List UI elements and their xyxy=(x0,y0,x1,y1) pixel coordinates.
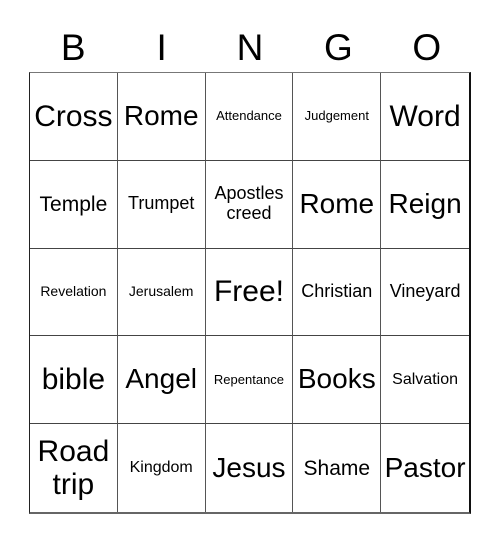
bingo-cell-b1[interactable]: Cross xyxy=(30,73,118,161)
bingo-cell-n4[interactable]: Repentance xyxy=(205,336,294,425)
bingo-cell-label: Rome xyxy=(299,187,375,219)
header-letter-o: O xyxy=(412,26,442,68)
bingo-header: B I N G O xyxy=(29,22,471,72)
header-letter-i: I xyxy=(156,26,167,68)
header-letter-g: G xyxy=(324,26,353,68)
bingo-cell-g5[interactable]: Shame xyxy=(293,424,382,512)
bingo-cell-o4[interactable]: Salvation xyxy=(381,336,469,425)
bingo-cell-label: Trumpet xyxy=(128,193,195,214)
bingo-cell-label: Rome xyxy=(123,100,199,131)
bingo-cell-label: Attendance xyxy=(216,108,282,124)
bingo-cell-g4[interactable]: Books xyxy=(293,336,382,425)
bingo-cell-label: Reign xyxy=(388,187,462,219)
bingo-cell-o1[interactable]: Word xyxy=(381,73,469,161)
bingo-cell-i4[interactable]: Angel xyxy=(117,336,206,425)
bingo-cell-n1[interactable]: Attendance xyxy=(205,73,294,161)
bingo-cell-label: Vineyard xyxy=(389,281,461,302)
bingo-cell-label: Pastor xyxy=(384,451,466,483)
bingo-cell-label: Kingdom xyxy=(129,459,193,477)
bingo-cell-n3[interactable]: Free! xyxy=(205,248,294,337)
bingo-cell-label: Road trip xyxy=(37,435,110,502)
bingo-cell-i2[interactable]: Trumpet xyxy=(117,160,206,249)
bingo-cell-label: Cross xyxy=(34,99,113,133)
bingo-cell-g3[interactable]: Christian xyxy=(293,248,382,337)
bingo-cell-label: Apostles creed xyxy=(214,183,284,224)
bingo-cell-label: Jesus xyxy=(212,451,286,483)
bingo-cell-i1[interactable]: Rome xyxy=(117,73,206,161)
bingo-cell-g1[interactable]: Judgement xyxy=(293,73,382,161)
bingo-cell-g2[interactable]: Rome xyxy=(293,160,382,249)
bingo-cell-o5[interactable]: Pastor xyxy=(381,424,469,512)
bingo-cell-label: Salvation xyxy=(392,370,458,388)
bingo-cell-label: Jerusalem xyxy=(128,283,194,300)
bingo-cell-label: Books xyxy=(297,363,376,395)
bingo-cell-label: Judgement xyxy=(304,108,369,124)
bingo-cell-b4[interactable]: bible xyxy=(30,336,118,425)
header-letter-b: B xyxy=(60,26,86,68)
bingo-cell-label: Temple xyxy=(39,192,108,216)
bingo-cell-label: bible xyxy=(41,363,106,397)
bingo-cell-label: Revelation xyxy=(40,283,107,300)
bingo-cell-n2[interactable]: Apostles creed xyxy=(205,160,294,249)
bingo-cell-label: Angel xyxy=(125,363,197,395)
bingo-cell-b3[interactable]: Revelation xyxy=(30,248,118,337)
bingo-cell-b2[interactable]: Temple xyxy=(30,160,118,249)
bingo-cell-label: Word xyxy=(389,99,461,133)
bingo-cell-label: Free! xyxy=(213,275,284,309)
bingo-cell-label: Shame xyxy=(303,456,371,480)
bingo-cell-i5[interactable]: Kingdom xyxy=(118,424,206,512)
header-letter-n: N xyxy=(236,26,264,68)
bingo-cell-o2[interactable]: Reign xyxy=(381,161,469,249)
bingo-cell-o3[interactable]: Vineyard xyxy=(381,249,469,337)
bingo-cell-n5[interactable]: Jesus xyxy=(206,424,294,512)
bingo-cell-i3[interactable]: Jerusalem xyxy=(117,248,206,337)
bingo-cell-b5[interactable]: Road trip xyxy=(30,424,118,512)
bingo-cell-label: Repentance xyxy=(213,371,285,387)
bingo-grid: Cross Rome Attendance Judgement Word Temple Tr… xyxy=(29,72,471,514)
bingo-cell-label: Christian xyxy=(301,281,373,302)
